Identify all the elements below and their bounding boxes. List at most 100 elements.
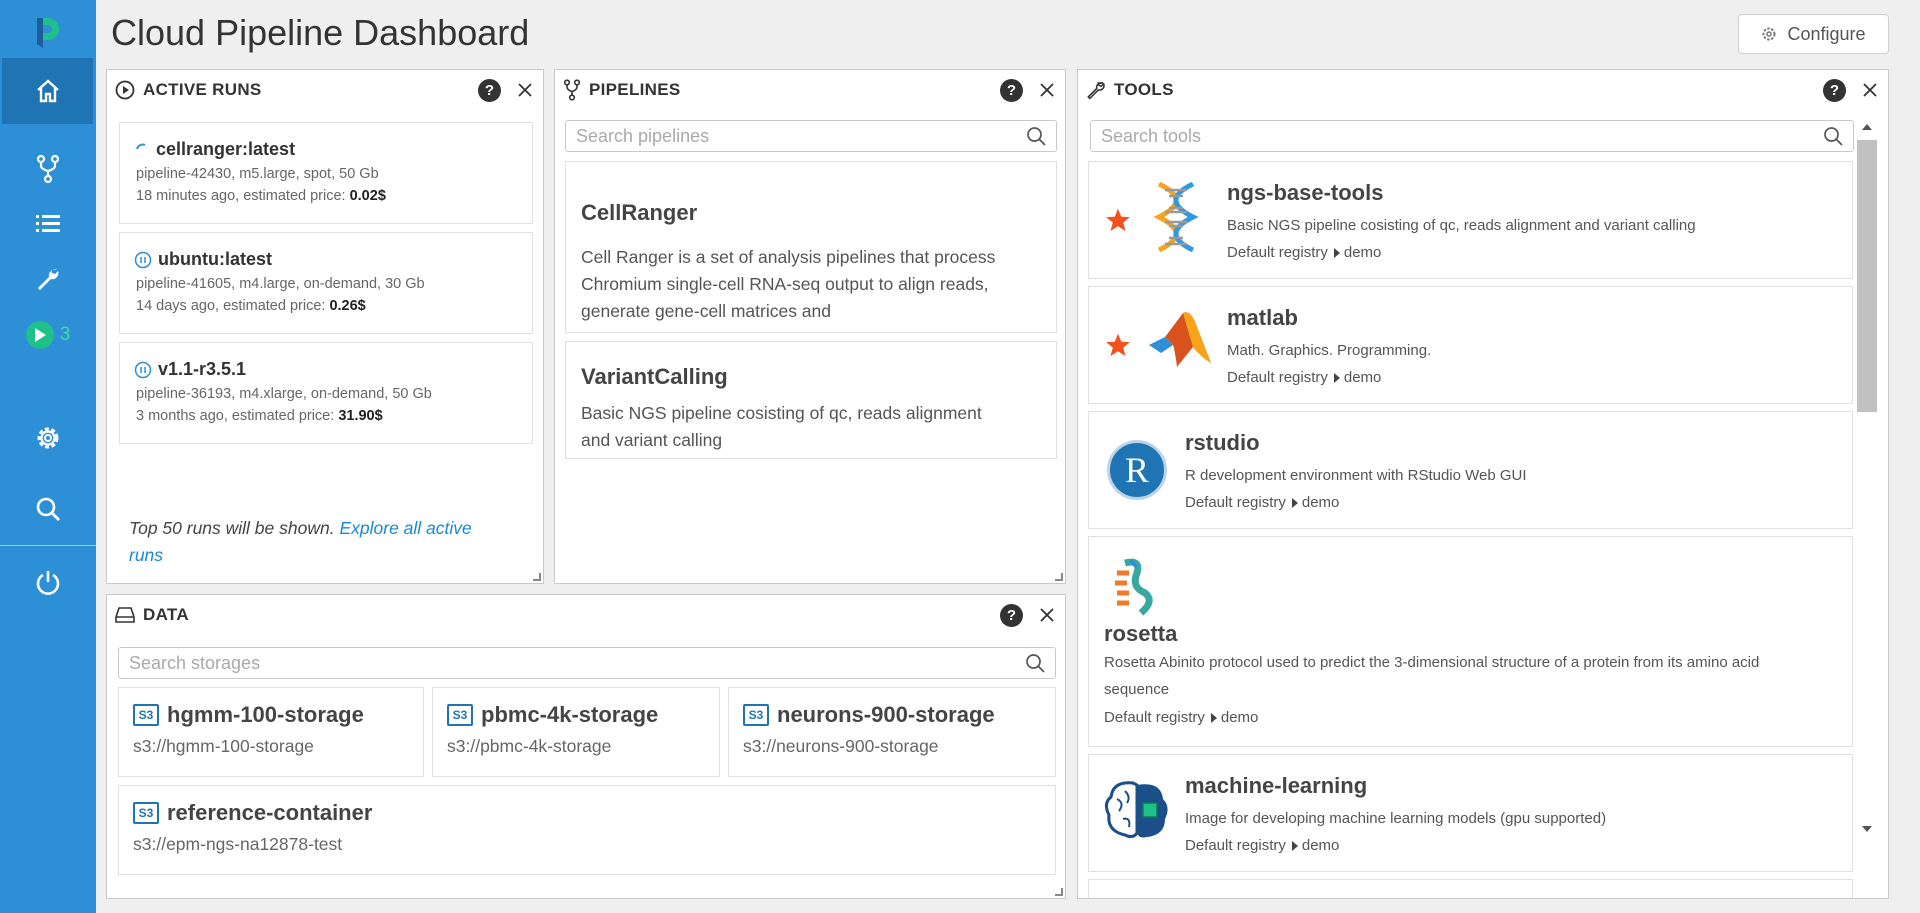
storage-card[interactable]: S3 neurons-900-storage s3://neurons-900-s… (728, 687, 1056, 777)
scroll-down-icon[interactable] (1861, 824, 1873, 834)
storage-card[interactable]: S3 reference-container s3://epm-ngs-na128… (118, 785, 1056, 875)
pipeline-card[interactable]: CellRanger Cell Ranger is a set of analy… (565, 161, 1057, 333)
storage-name: hgmm-100-storage (167, 702, 364, 727)
run-card[interactable]: cellranger:latest pipeline-42430, m5.lar… (119, 122, 533, 224)
help-icon[interactable]: ? (1000, 603, 1023, 627)
tool-description: Math. Graphics. Programming. (1227, 342, 1432, 359)
tool-description: Rosetta Abinito protocol used to predict… (1104, 654, 1760, 698)
panel-title: DATA (143, 605, 189, 624)
play-icon (25, 321, 54, 349)
gear-icon (1762, 27, 1776, 41)
close-icon[interactable] (1039, 607, 1055, 623)
search-icon[interactable] (1823, 126, 1843, 146)
panel-title: PIPELINES (589, 80, 681, 99)
tool-description: Basic NGS pipeline cosisting of qc, read… (1227, 217, 1696, 234)
storage-path: s3://pbmc-4k-storage (447, 736, 612, 756)
tool-name: matlab (1227, 305, 1298, 330)
configure-button[interactable]: Configure (1738, 14, 1889, 54)
resize-handle[interactable] (1055, 888, 1063, 896)
resize-handle[interactable] (1055, 573, 1063, 581)
panel-header: TOOLS ? (1078, 70, 1888, 110)
search-tools-input[interactable] (1101, 125, 1823, 147)
run-name: ubuntu:latest (158, 249, 272, 269)
help-icon[interactable]: ? (478, 78, 501, 102)
tool-card[interactable]: R rstudio R development environment with… (1088, 411, 1853, 529)
pipeline-name: CellRanger (581, 200, 698, 225)
panel-header: PIPELINES ? (555, 70, 1065, 110)
tool-name: machine-learning (1185, 773, 1368, 798)
home-icon (36, 79, 59, 103)
run-details: pipeline-42430, m5.large, spot, 50 Gb (136, 166, 379, 182)
active-runs-count: 3 (59, 324, 71, 345)
storage-name: neurons-900-storage (777, 702, 995, 727)
storage-path: s3://epm-ngs-na12878-test (133, 834, 343, 854)
close-icon[interactable] (1039, 82, 1055, 98)
active-runs-panel: ACTIVE RUNS ? cellranger:latest pipeline… (106, 69, 544, 584)
resize-handle[interactable] (533, 573, 541, 581)
star-icon[interactable] (1105, 332, 1131, 358)
app-logo-icon[interactable] (34, 16, 62, 50)
pipeline-name: VariantCalling (581, 364, 728, 389)
tool-name: rosetta (1104, 621, 1178, 646)
tool-name: ngs-base-tools (1227, 180, 1384, 205)
help-icon[interactable]: ? (1000, 78, 1023, 102)
panel-title: ACTIVE RUNS (143, 80, 262, 99)
pipeline-card[interactable]: VariantCalling Basic NGS pipeline cosist… (565, 341, 1057, 459)
run-card[interactable]: v1.1-r3.5.1 pipeline-36193, m4.xlarge, o… (119, 342, 533, 444)
data-search (118, 647, 1056, 679)
sidebar-item-home[interactable] (2, 58, 93, 124)
data-panel: DATA ? S3 hgmm-100-storage s3://hgmm-100-… (106, 594, 1066, 899)
storage-name: reference-container (167, 800, 373, 825)
runs-footer: Top 50 runs will be shown. Explore all a… (129, 515, 509, 569)
storage-path: s3://hgmm-100-storage (133, 736, 314, 756)
caret-right-icon (1291, 497, 1298, 508)
run-price: 31.90$ (338, 408, 383, 424)
power-icon (36, 571, 60, 595)
help-icon[interactable]: ? (1823, 78, 1846, 102)
run-details: pipeline-36193, m4.xlarge, on-demand, 50… (136, 386, 432, 402)
sidebar-item-search[interactable] (0, 476, 96, 542)
storage-card[interactable]: S3 pbmc-4k-storage s3://pbmc-4k-storage (432, 687, 720, 777)
tool-registry: Default registry demo (1185, 494, 1340, 511)
matlab-logo-icon (1149, 312, 1211, 367)
run-time: 14 days ago, estimated price: (136, 298, 326, 314)
sidebar: 3 (0, 0, 96, 913)
tool-card[interactable] (1088, 879, 1853, 898)
search-storages-input[interactable] (129, 652, 1025, 674)
search-icon[interactable] (1025, 653, 1045, 673)
runs-footer-text: Top 50 runs will be shown. (129, 518, 335, 538)
sidebar-item-logout[interactable] (0, 550, 96, 616)
scroll-up-icon[interactable] (1861, 122, 1873, 132)
close-icon[interactable] (517, 82, 533, 98)
sidebar-item-active-runs[interactable]: 3 (0, 302, 96, 368)
tool-card[interactable]: machine-learning Image for developing ma… (1088, 754, 1853, 872)
tool-card[interactable]: ngs-base-tools Basic NGS pipeline cosist… (1088, 161, 1853, 279)
search-pipelines-input[interactable] (576, 125, 1026, 147)
page-title: Cloud Pipeline Dashboard (111, 12, 530, 53)
run-time: 18 minutes ago, estimated price: (136, 188, 346, 204)
storage-card[interactable]: S3 hgmm-100-storage s3://hgmm-100-storage (118, 687, 424, 777)
configure-label: Configure (1787, 23, 1866, 44)
run-details: pipeline-41605, m4.large, on-demand, 30 … (136, 276, 425, 292)
tools-search (1090, 120, 1854, 152)
dna-icon (1153, 182, 1199, 252)
hard-drive-icon (115, 607, 135, 623)
panel-header: ACTIVE RUNS ? (107, 70, 543, 110)
tool-card[interactable]: matlab Math. Graphics. Programming. Defa… (1088, 286, 1853, 404)
scroll-thumb[interactable] (1857, 140, 1877, 412)
tools-panel: TOOLS ? ngs-base-tools Basic NGS pipelin… (1077, 69, 1889, 899)
play-circle-icon (115, 80, 135, 100)
run-card[interactable]: ubuntu:latest pipeline-41605, m4.large, … (119, 232, 533, 334)
loading-spinner-icon (136, 143, 146, 149)
star-icon[interactable] (1105, 207, 1131, 233)
tool-description: R development environment with RStudio W… (1185, 467, 1527, 484)
caret-right-icon (1333, 247, 1340, 258)
tool-description: Image for developing machine learning mo… (1185, 810, 1607, 827)
search-icon[interactable] (1026, 126, 1046, 146)
sidebar-item-settings[interactable] (0, 405, 96, 471)
search-icon (36, 497, 60, 521)
tool-card[interactable]: rosetta Rosetta Abinito protocol used to… (1088, 536, 1853, 747)
close-icon[interactable] (1862, 82, 1878, 98)
tool-registry: Default registry demo (1227, 369, 1382, 386)
tools-scrollbar[interactable] (1856, 120, 1878, 840)
